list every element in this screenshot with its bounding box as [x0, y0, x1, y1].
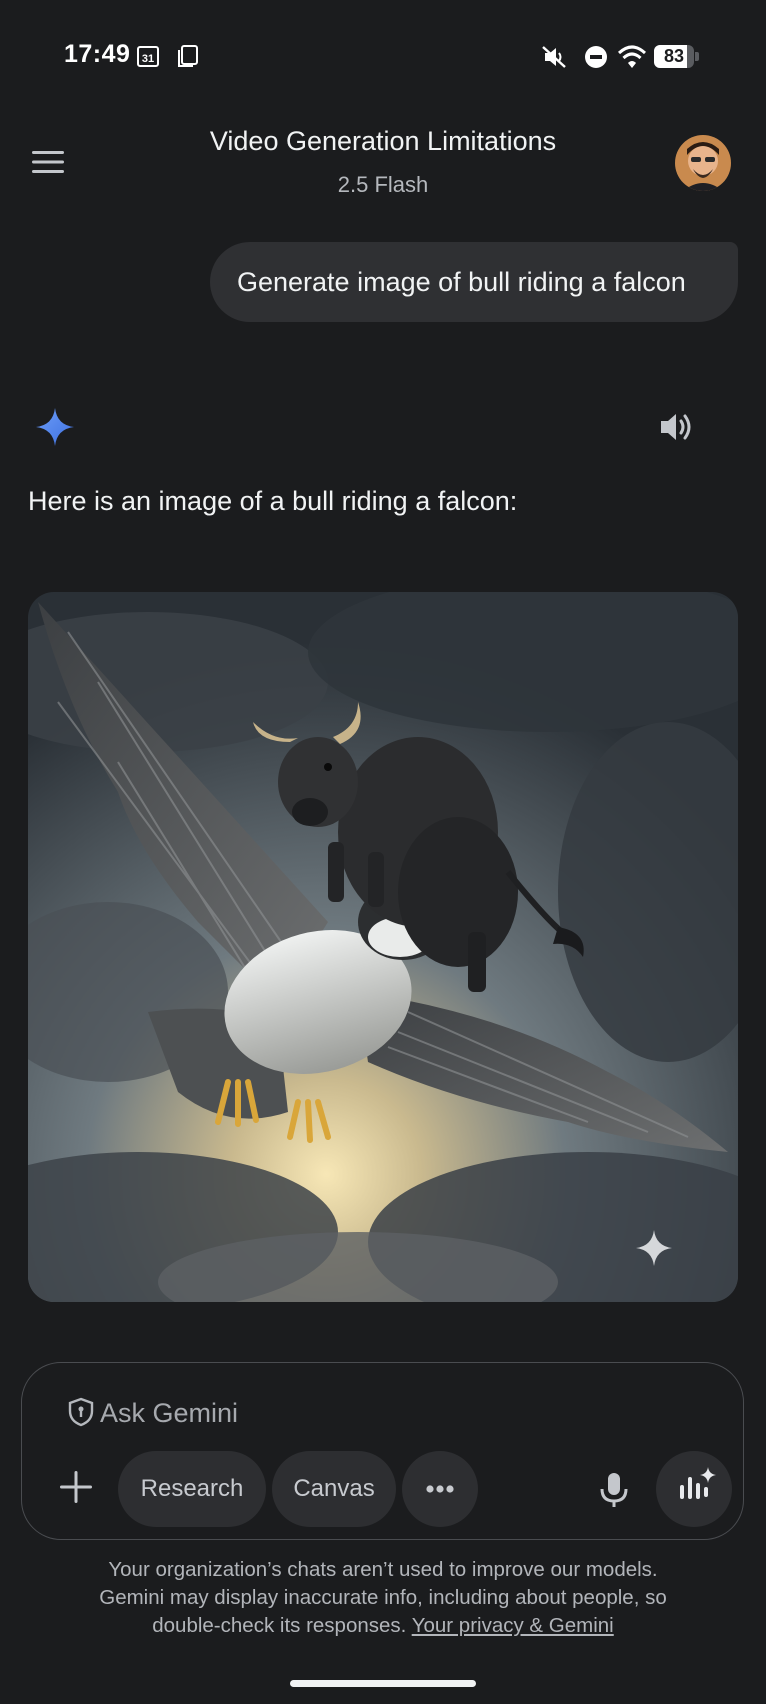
generated-image[interactable] [28, 592, 738, 1302]
user-avatar[interactable] [675, 135, 731, 191]
calendar-day: 31 [142, 53, 154, 65]
home-indicator[interactable] [290, 1680, 476, 1687]
ask-gemini-input[interactable] [98, 1387, 542, 1439]
screenshot-icon [176, 44, 200, 68]
research-chip[interactable]: Research [118, 1451, 266, 1527]
input-card: Research Canvas [21, 1362, 744, 1540]
live-audio-icon[interactable] [656, 1451, 732, 1527]
disclaimer-line-3-text: double-check its responses. [152, 1614, 407, 1637]
disclaimer-line-1: Your organization’s chats aren’t used to… [108, 1558, 658, 1581]
gemini-spark-icon [34, 406, 76, 448]
wifi-icon [617, 43, 647, 71]
mute-icon [540, 43, 568, 71]
user-message-bubble: Generate image of bull riding a falcon [210, 242, 738, 322]
status-bar: 17:49 31 83 [0, 0, 766, 112]
shield-icon [68, 1397, 94, 1427]
calendar-icon: 31 [136, 44, 160, 68]
disclaimer-line-2: Gemini may display inaccurate info, incl… [99, 1586, 667, 1609]
battery-icon: 83 [654, 45, 700, 68]
hamburger-menu-icon[interactable] [26, 142, 72, 182]
conversation-title[interactable]: Video Generation Limitations [120, 126, 646, 157]
speaker-icon[interactable] [657, 408, 697, 446]
model-selector[interactable]: 2.5 Flash [120, 172, 646, 198]
response-text: Here is an image of a bull riding a falc… [28, 486, 518, 516]
disclaimer-line-3: double-check its responses. Your privacy… [30, 1612, 736, 1640]
status-time: 17:49 [64, 40, 131, 68]
more-horizontal-icon[interactable] [402, 1451, 478, 1527]
plus-icon[interactable] [50, 1461, 102, 1513]
do-not-disturb-icon [582, 43, 610, 71]
battery-level: 83 [663, 46, 685, 66]
privacy-link[interactable]: Your privacy & Gemini [412, 1614, 614, 1637]
gemini-chat-screen: 17:49 31 83 Video Generation Limitations… [0, 0, 766, 1704]
microphone-icon[interactable] [588, 1463, 640, 1515]
canvas-chip[interactable]: Canvas [272, 1451, 396, 1527]
disclaimer: Your organization’s chats aren’t used to… [30, 1556, 736, 1640]
